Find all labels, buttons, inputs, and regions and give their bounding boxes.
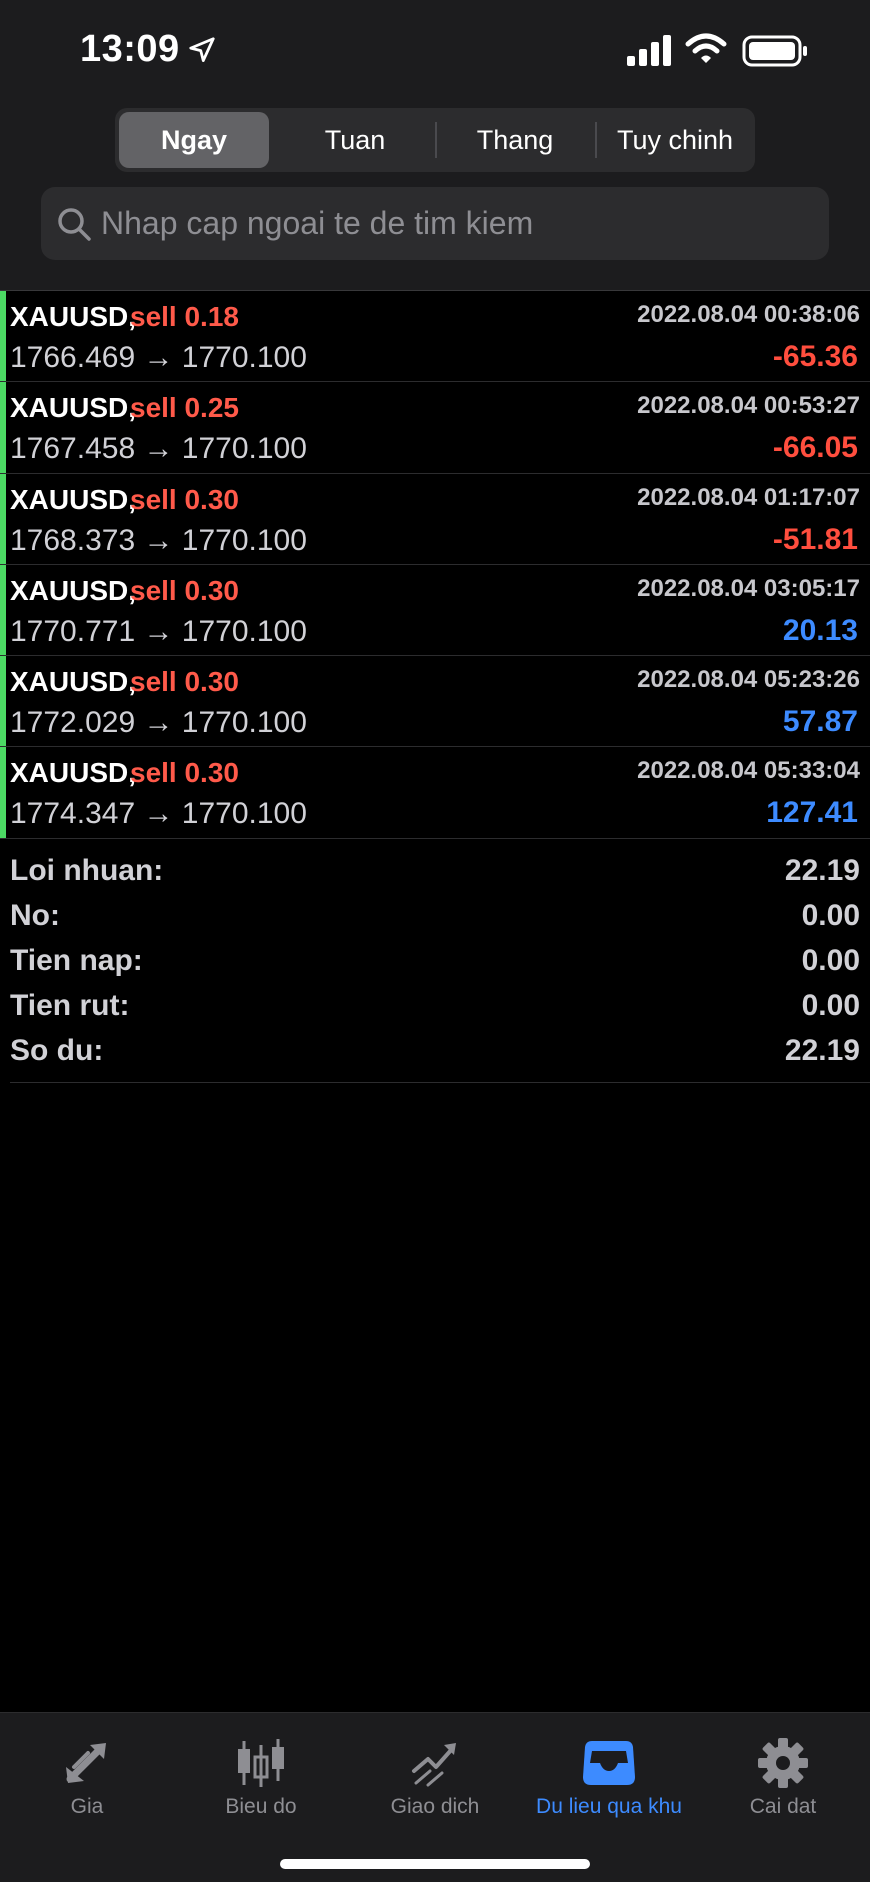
deal-status-bar (0, 656, 6, 747)
summary-label: So du: (10, 1034, 104, 1067)
tab-label: Giao dich (390, 1795, 480, 1818)
tab-trade[interactable]: Giao dich (348, 1723, 522, 1823)
deal-symbol: XAUUSD, (10, 483, 137, 515)
search-icon (58, 208, 91, 241)
summary-panel: Loi nhuan: 22.19 No: 0.00 Tien nap: 0.00… (10, 850, 860, 1075)
tab-history[interactable]: Du lieu qua khu (522, 1723, 696, 1823)
deal-profit: -51.81 (772, 522, 858, 556)
deal-status-bar (0, 564, 6, 656)
deal-profit: 127.41 (766, 796, 858, 830)
deal-list: XAUUSD, sell 0.18 2022.08.04 00:38:06 17… (0, 291, 870, 839)
deal-side: sell 0.30 (130, 483, 239, 515)
tab-settings[interactable]: Cai dat (696, 1723, 870, 1823)
deal-status-bar (0, 291, 6, 382)
deal-time: 2022.08.04 05:33:04 (637, 757, 860, 785)
deal-profit: -65.36 (772, 340, 858, 373)
home-indicator (280, 1859, 590, 1869)
deal-time: 2022.08.04 03:05:17 (637, 574, 860, 602)
deal-status-bar (0, 747, 6, 838)
bottom-tab-bar: Gia Bieu do Giao dich Du lieu qua khu Ca… (0, 1712, 870, 1882)
deal-time: 2022.08.04 00:38:06 (637, 301, 860, 328)
tab-chart[interactable]: Bieu do (174, 1723, 348, 1823)
deal-symbol: XAUUSD, (10, 301, 137, 332)
deal-status-bar (0, 382, 6, 473)
summary-value: 0.00 (801, 899, 860, 932)
quotes-arrows-icon (66, 1743, 106, 1783)
deal-prices: 1767.458 → 1770.100 (10, 432, 307, 466)
tab-week[interactable]: Tuan (280, 112, 430, 168)
deal-profit: 57.87 (782, 705, 858, 739)
segment-divider (435, 122, 437, 158)
wifi-icon (685, 33, 727, 63)
deal-profit: -66.05 (772, 431, 858, 465)
deal-row[interactable]: XAUUSD, sell 0.30 2022.08.04 03:05:17 17… (0, 564, 870, 657)
tab-label: Gia (70, 1795, 104, 1818)
tab-day[interactable]: Ngay (119, 112, 269, 168)
deal-time: 2022.08.04 01:17:07 (637, 483, 860, 511)
period-segmented-control: Ngay Tuan Thang Tuy chinh (115, 108, 755, 172)
summary-row-balance: So du: 22.19 (10, 1030, 860, 1075)
deal-side: sell 0.30 (130, 666, 239, 698)
cellular-signal-icon (627, 35, 671, 66)
deal-row[interactable]: XAUUSD, sell 0.30 2022.08.04 05:23:26 17… (0, 656, 870, 748)
deal-symbol: XAUUSD, (10, 666, 137, 698)
summary-row-credit: No: 0.00 (10, 895, 860, 940)
tab-label: Cai dat (749, 1795, 817, 1818)
location-arrow-icon (189, 37, 215, 62)
summary-label: Tien nap: (10, 944, 143, 977)
tab-label: Du lieu qua khu (536, 1795, 682, 1818)
tab-label: Bieu do (225, 1795, 297, 1818)
deal-symbol: XAUUSD, (10, 574, 137, 606)
deal-prices: 1772.029 → 1770.100 (10, 706, 307, 740)
tab-month[interactable]: Thang (440, 112, 590, 168)
summary-label: Tien rut: (10, 989, 130, 1022)
deal-profit: 20.13 (782, 613, 858, 647)
deal-side: sell 0.30 (130, 574, 239, 606)
summary-row-withdrawal: Tien rut: 0.00 (10, 985, 860, 1030)
summary-label: No: (10, 899, 60, 932)
deal-time: 2022.08.04 00:53:27 (637, 392, 860, 420)
trade-chart-icon (412, 1743, 456, 1787)
history-inbox-icon (583, 1741, 635, 1785)
deal-prices: 1774.347 → 1770.100 (10, 797, 307, 831)
deal-symbol: XAUUSD, (10, 757, 137, 789)
candlestick-chart-icon (238, 1739, 284, 1787)
deal-row[interactable]: XAUUSD, sell 0.30 2022.08.04 05:33:04 17… (0, 747, 870, 839)
battery-icon (742, 35, 807, 67)
deal-row[interactable]: XAUUSD, sell 0.25 2022.08.04 00:53:27 17… (0, 382, 870, 474)
deal-row[interactable]: XAUUSD, sell 0.30 2022.08.04 01:17:07 17… (0, 473, 870, 565)
deal-row[interactable]: XAUUSD, sell 0.18 2022.08.04 00:38:06 17… (0, 291, 870, 383)
deal-status-bar (0, 473, 6, 564)
deal-side: sell 0.18 (130, 301, 239, 332)
summary-value: 0.00 (801, 989, 860, 1022)
deal-side: sell 0.30 (130, 757, 239, 789)
summary-divider (10, 1082, 870, 1083)
summary-value: 22.19 (784, 1034, 860, 1067)
deal-side: sell 0.25 (130, 392, 239, 424)
segment-divider (595, 122, 597, 158)
search-input[interactable] (101, 187, 811, 260)
deal-prices: 1770.771 → 1770.100 (10, 614, 307, 648)
summary-label: Loi nhuan: (10, 854, 164, 887)
summary-row-deposit: Tien nap: 0.00 (10, 940, 860, 985)
deal-symbol: XAUUSD, (10, 392, 137, 424)
deal-time: 2022.08.04 05:23:26 (637, 666, 860, 694)
deal-prices: 1766.469 → 1770.100 (10, 341, 307, 374)
gear-icon (758, 1738, 808, 1788)
summary-row-profit: Loi nhuan: 22.19 (10, 850, 860, 895)
deal-prices: 1768.373 → 1770.100 (10, 523, 307, 557)
summary-value: 0.00 (801, 944, 860, 977)
tab-custom[interactable]: Tuy chinh (599, 112, 751, 168)
search-bar[interactable] (41, 187, 829, 260)
tab-quotes[interactable]: Gia (0, 1723, 174, 1823)
status-time: 13:09 (80, 28, 180, 70)
top-panel: 13:09 Ngay Tuan Thang Tuy chinh (0, 0, 870, 290)
summary-value: 22.19 (784, 854, 860, 887)
